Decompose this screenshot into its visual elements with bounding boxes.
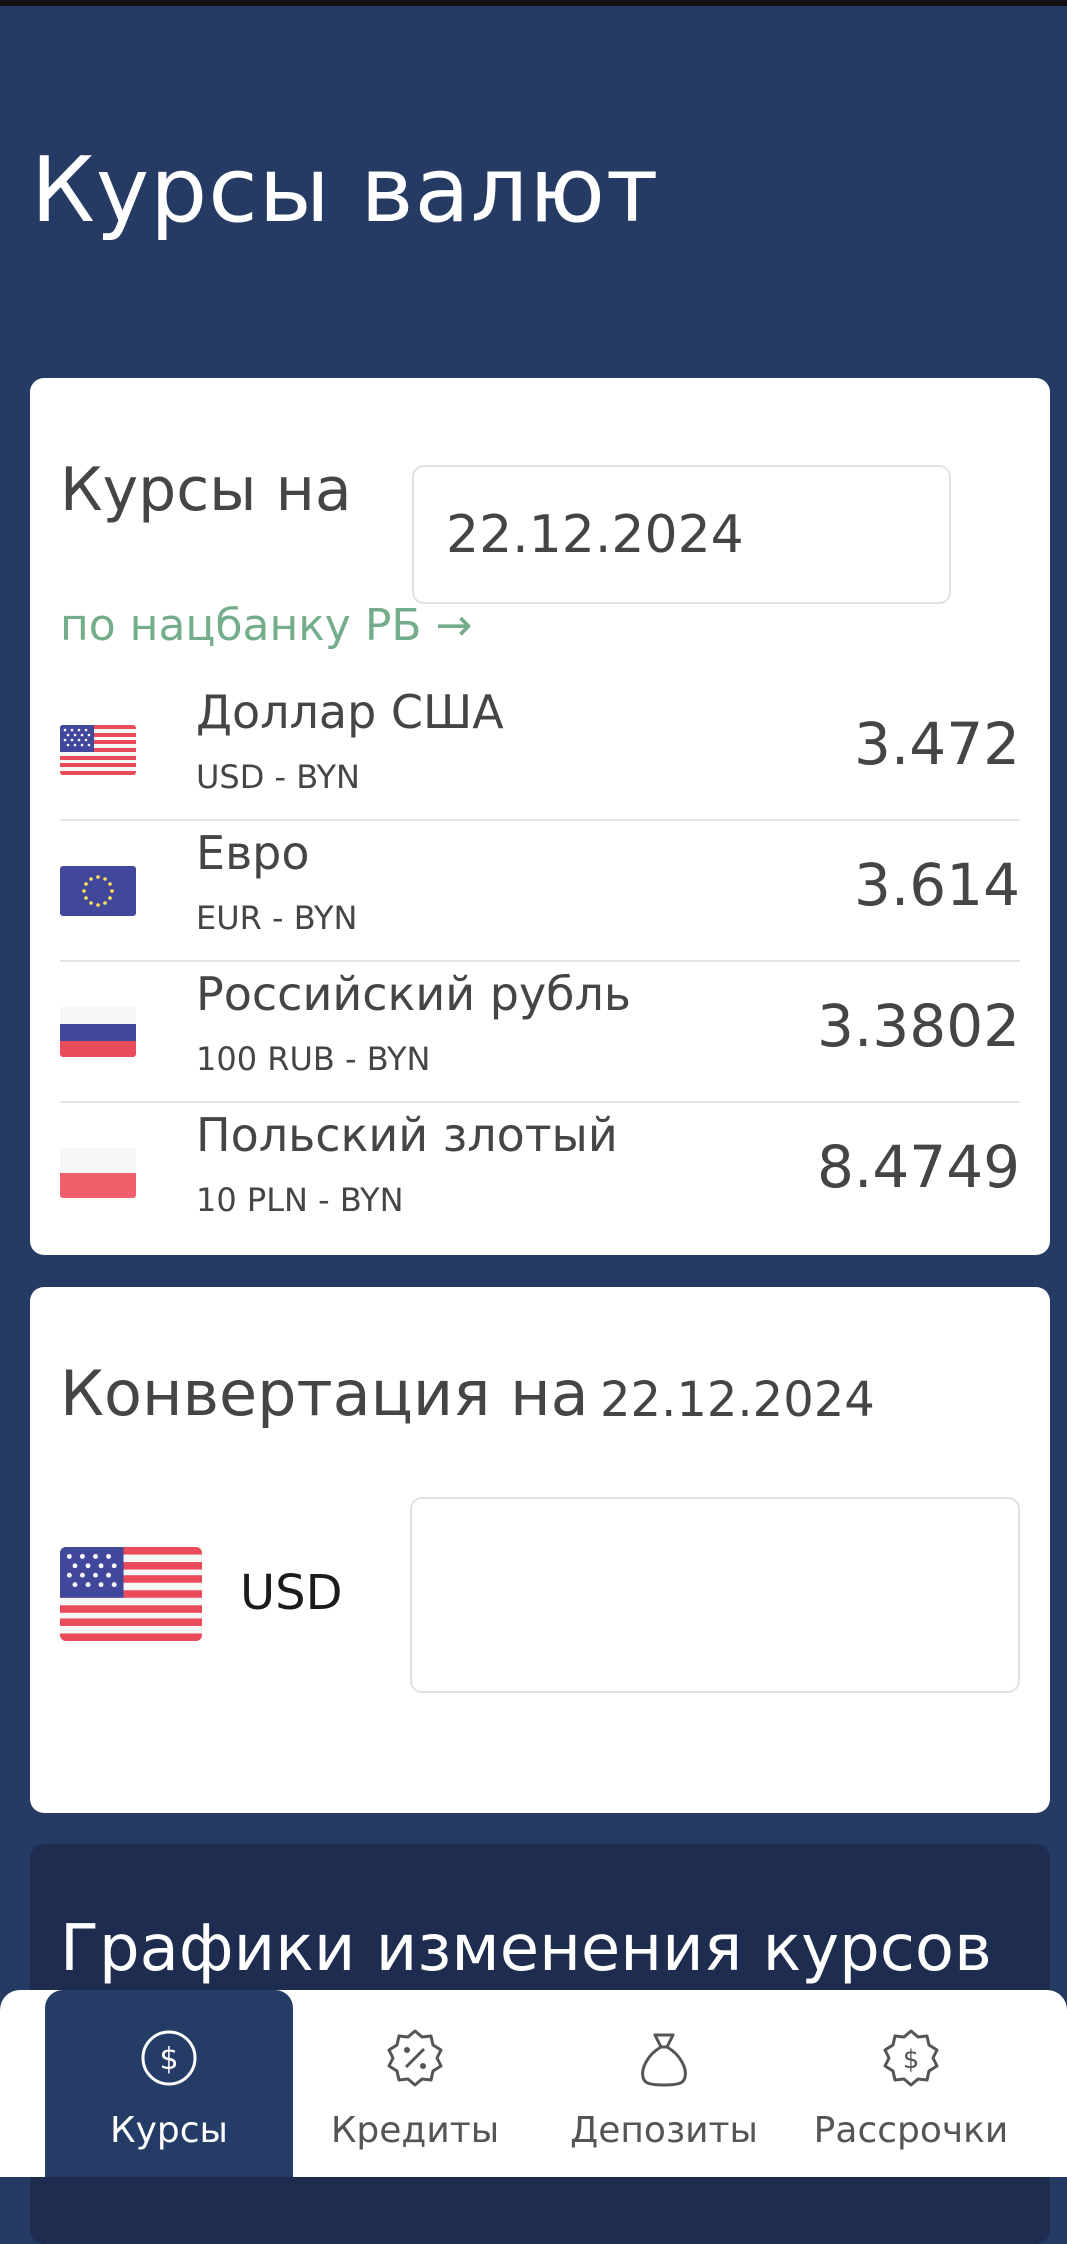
converter-card: Конвертация на 22.12.2024 USD: [30, 1287, 1050, 1813]
nav-label: Депозиты: [570, 2110, 758, 2151]
svg-text:$: $: [159, 2042, 178, 2077]
rate-value: 8.4749: [817, 1133, 1020, 1201]
rate-value: 3.472: [853, 710, 1020, 778]
rate-currency-pair: 10 PLN - BYN: [196, 1181, 404, 1219]
converter-currency-code[interactable]: USD: [240, 1565, 343, 1621]
rate-row-rub[interactable]: Российский рубль 100 RUB - BYN 3.3802: [60, 962, 1020, 1103]
nbrb-source-link[interactable]: по нацбанку РБ →: [60, 600, 472, 651]
percent-badge-icon: [387, 2029, 443, 2087]
rate-currency-pair: EUR - BYN: [196, 899, 358, 937]
rates-card: Курсы на по нацбанку РБ →: [30, 378, 1050, 1255]
rate-value: 3.3802: [817, 992, 1020, 1060]
nav-item-installments[interactable]: $ Рассрочки: [787, 1990, 1035, 2177]
converter-title: Конвертация на: [60, 1357, 589, 1430]
rate-currency-name: Доллар США: [196, 685, 504, 739]
rate-currency-name: Российский рубль: [196, 967, 632, 1021]
charts-title: Графики изменения курсов: [60, 1912, 992, 1986]
eu-flag-icon: [60, 866, 136, 916]
dollar-badge-icon: $: [883, 2029, 939, 2087]
rate-currency-pair: 100 RUB - BYN: [196, 1040, 431, 1078]
pl-flag-icon: [60, 1148, 136, 1198]
nav-label: Кредиты: [330, 2110, 500, 2151]
rate-row-usd[interactable]: Доллар США USD - BYN 3.472: [60, 680, 1020, 821]
rates-date-input[interactable]: [412, 465, 951, 604]
nav-label: Рассрочки: [813, 2110, 1009, 2151]
nav-item-deposits[interactable]: Депозиты: [540, 1990, 788, 2177]
rate-currency-pair: USD - BYN: [196, 758, 360, 796]
rate-value: 3.614: [853, 851, 1020, 919]
status-bar: [0, 0, 1067, 6]
nav-item-rates[interactable]: $ Курсы: [45, 1990, 293, 2177]
ru-flag-icon: [60, 1007, 136, 1057]
rates-date-label: Курсы на: [60, 455, 352, 525]
page-title: Курсы валют: [31, 138, 660, 243]
svg-text:$: $: [903, 2045, 920, 2075]
converter-amount-input[interactable]: [410, 1497, 1020, 1693]
converter-date: 22.12.2024: [600, 1372, 875, 1428]
rate-currency-name: Польский злотый: [196, 1108, 618, 1162]
us-flag-icon: [60, 1547, 202, 1641]
rates-header: Курсы на: [60, 420, 1000, 604]
nav-item-credits[interactable]: Кредиты: [291, 1990, 539, 2177]
nav-label: Курсы: [110, 2110, 228, 2151]
bottom-nav: $ Курсы Кредиты Депозиты $ Рассрочки: [0, 1990, 1067, 2177]
rate-row-eur[interactable]: Евро EUR - BYN 3.614: [60, 821, 1020, 962]
dollar-coin-icon: $: [141, 2030, 197, 2086]
us-flag-icon: [60, 725, 136, 775]
rate-currency-name: Евро: [196, 826, 310, 880]
money-bag-icon: [641, 2033, 687, 2087]
rate-row-pln[interactable]: Польский злотый 10 PLN - BYN 8.4749: [60, 1103, 1020, 1244]
